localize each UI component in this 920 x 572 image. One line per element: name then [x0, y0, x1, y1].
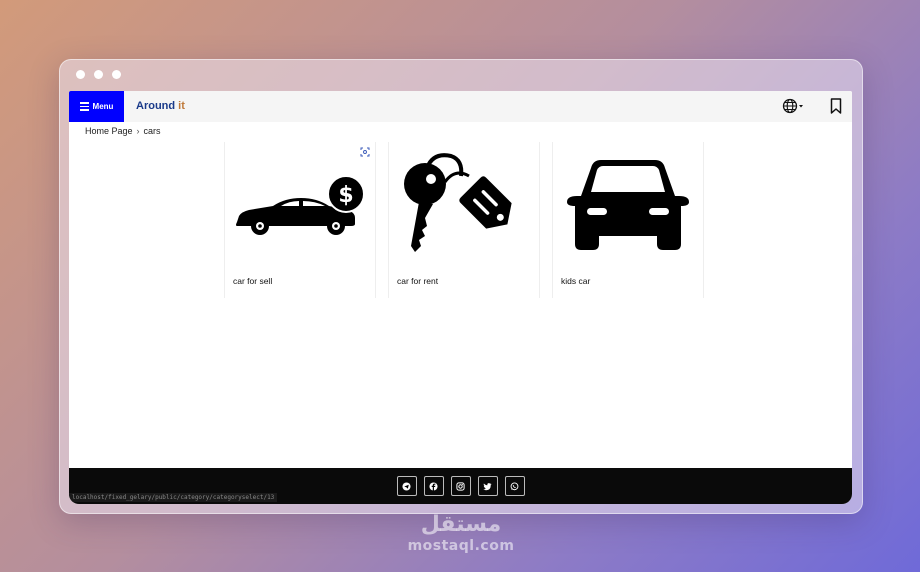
car-with-dollar-icon: $ [236, 175, 365, 235]
whatsapp-icon[interactable] [504, 476, 525, 496]
window-dot[interactable] [94, 70, 103, 79]
telegram-icon[interactable] [396, 476, 417, 496]
watermark-latin: mostaql.com [407, 538, 515, 554]
svg-text:$: $ [338, 183, 353, 208]
breadcrumb-home[interactable]: Home Page [85, 126, 133, 136]
brand-accent: it [178, 100, 185, 112]
menu-button[interactable]: Menu [69, 91, 124, 122]
watermark: مستقل mostaql.com [405, 512, 517, 554]
breadcrumb-separator: › [136, 126, 140, 136]
card-title: car for rent [397, 276, 439, 286]
breadcrumb: Home Page › cars [85, 126, 161, 136]
breadcrumb-current: cars [143, 126, 161, 136]
twitter-icon[interactable] [477, 476, 498, 496]
window-controls [76, 70, 121, 79]
category-card-car-for-sell[interactable]: $ car for sell [224, 142, 376, 298]
menu-label: Menu [92, 102, 114, 111]
brand-main: Around [136, 100, 176, 112]
window-dot[interactable] [76, 70, 85, 79]
watermark-arabic: مستقل [420, 512, 502, 537]
card-title: kids car [561, 276, 591, 286]
globe-icon[interactable] [782, 98, 804, 114]
brand-logo[interactable]: Around it [136, 100, 185, 112]
category-cards: $ car for sell car for rent kids car [224, 142, 704, 298]
hamburger-icon [79, 102, 89, 111]
facebook-icon[interactable] [423, 476, 444, 496]
instagram-icon[interactable] [450, 476, 471, 496]
category-card-kids-car[interactable]: kids car [552, 142, 704, 298]
page-viewport: Menu Around it Home Page › cars $ car fo… [69, 91, 852, 504]
browser-window: Menu Around it Home Page › cars $ car fo… [59, 59, 863, 514]
window-dot[interactable] [112, 70, 121, 79]
top-navbar: Menu Around it [69, 91, 852, 122]
car-front-icon [567, 160, 689, 250]
status-bar-url: localhost/fixed_gelary/public/category/c… [69, 493, 278, 502]
key-with-tag-icon [404, 153, 512, 252]
card-title: car for sell [233, 276, 273, 286]
bookmark-icon[interactable] [830, 98, 842, 114]
category-card-car-for-rent[interactable]: car for rent [388, 142, 540, 298]
